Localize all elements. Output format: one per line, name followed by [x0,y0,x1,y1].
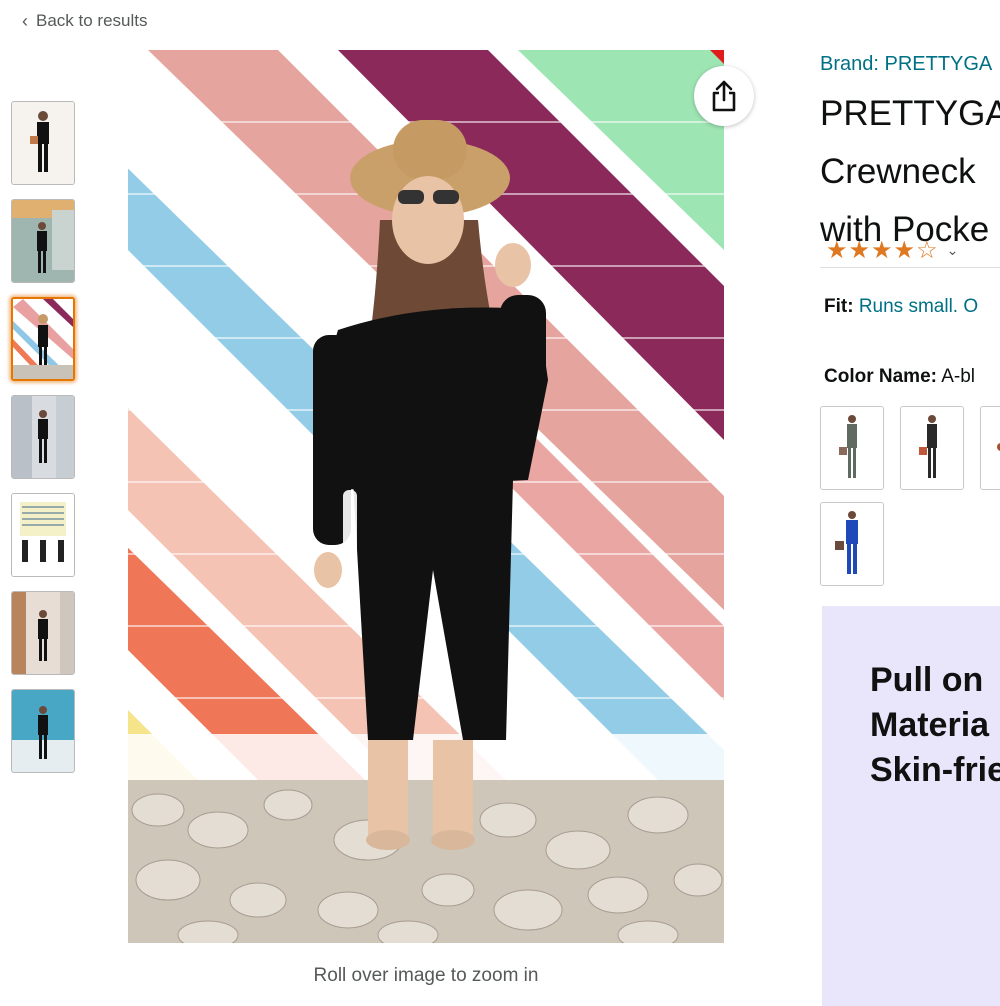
fit-label: Fit: [824,296,854,317]
star-rating[interactable]: ★★★★☆ ⌄ [826,236,959,265]
color-swatch-4-image [835,511,858,574]
divider [820,267,1000,268]
thumbnail-1-image [12,102,74,184]
fit-info: Fit: Runs small. O [824,296,978,318]
color-name-label: Color Name: [824,366,937,387]
share-icon [712,80,736,112]
thumbnail-2-image [12,200,74,282]
thumbnail-5[interactable] [11,493,75,577]
promo-banner: Pull on Materia Skin-frie [822,606,1000,1006]
share-button[interactable] [694,66,754,126]
chevron-down-icon[interactable]: ⌄ [947,242,960,259]
promo-line-3: Skin-frie [870,751,1000,789]
product-title: PRETTYGA Crewneck with Pocke [820,85,1000,259]
promo-line-1: Pull on [870,661,984,699]
color-swatch-1-image [839,415,857,478]
promo-line-2: Materia [870,706,990,744]
thumbnail-6[interactable] [11,591,75,675]
color-swatch-1[interactable] [820,406,884,490]
brand-link[interactable]: Brand: PRETTYGA [820,53,992,76]
thumbnail-6-image [12,592,74,674]
product-title-line-1: PRETTYGA [820,94,1000,133]
color-name-value: A-bl [941,366,975,387]
zoom-hint: Roll over image to zoom in [313,965,539,986]
back-to-results-label: Back to results [36,11,148,30]
thumbnail-1[interactable] [11,101,75,185]
color-swatch-2-image [919,415,937,478]
rating-stars: ★★★★☆ [826,237,939,264]
thumbnail-strip [11,101,75,787]
color-swatch-4[interactable] [820,502,884,586]
thumbnail-4[interactable] [11,395,75,479]
product-photo [128,50,724,943]
color-name-row: Color Name: A-bl [824,366,975,388]
fit-value-link[interactable]: Runs small. O [859,296,978,317]
chevron-left-icon: ‹ [22,11,28,31]
thumbnail-2[interactable] [11,199,75,283]
thumbnail-3-image [13,299,73,379]
main-product-image[interactable] [128,50,724,943]
thumbnail-7[interactable] [11,689,75,773]
thumbnail-3[interactable] [11,297,75,381]
color-swatch-3-image [997,443,1000,451]
promo-text: Pull on Materia Skin-frie [870,658,1000,793]
thumbnail-4-image [12,396,74,478]
thumbnail-5-image [12,494,74,576]
color-swatch-2[interactable] [900,406,964,490]
back-to-results-link[interactable]: ‹ Back to results [22,11,148,31]
product-title-line-2: Crewneck [820,152,976,191]
thumbnail-7-image [12,690,74,772]
color-swatch-3[interactable] [980,406,1000,490]
